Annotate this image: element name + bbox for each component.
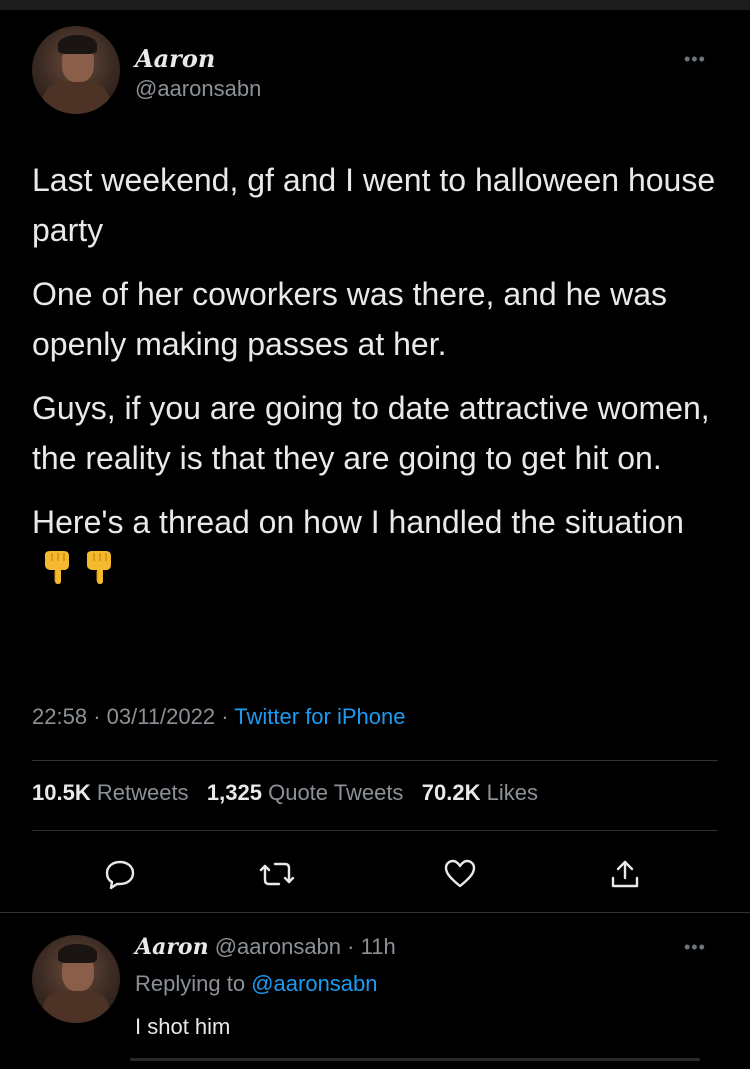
reply-time[interactable]: 11h (361, 934, 396, 959)
replying-to-mention[interactable]: @aaronsabn (251, 971, 377, 996)
tweet-text: Last weekend, gf and I went to halloween… (32, 155, 722, 613)
tweet-paragraph: Here's a thread on how I handled the sit… (32, 497, 722, 599)
reply-more-options-icon[interactable]: ••• (684, 938, 706, 956)
reply-avatar[interactable] (32, 935, 120, 1023)
pointing-down-icon (40, 549, 74, 599)
tweet-time[interactable]: 22:58 (32, 704, 87, 729)
tweet-paragraph: Guys, if you are going to date attractiv… (32, 390, 710, 476)
retweets-stat[interactable]: 10.5K Retweets (32, 780, 189, 805)
divider (0, 912, 750, 913)
likes-stat[interactable]: 70.2K Likes (422, 780, 538, 805)
reply-text: I shot him (135, 1014, 231, 1039)
divider (32, 760, 718, 761)
author-name[interactable]: Aaron (135, 44, 215, 73)
pointing-down-icon (82, 549, 116, 599)
top-frame-bar (0, 0, 750, 10)
tweet-paragraph: Last weekend, gf and I went to halloween… (32, 162, 716, 248)
tweet-source-link[interactable]: Twitter for iPhone (234, 704, 405, 729)
divider (32, 830, 718, 831)
retweet-icon[interactable] (257, 854, 297, 894)
more-options-icon[interactable]: ••• (684, 50, 706, 68)
avatar[interactable] (32, 26, 120, 114)
tweet-stats: 10.5K Retweets 1,325 Quote Tweets 70.2K … (32, 780, 538, 806)
author-handle[interactable]: @aaronsabn (135, 76, 261, 102)
quote-tweets-stat[interactable]: 1,325 Quote Tweets (207, 780, 404, 805)
share-icon[interactable] (605, 854, 645, 894)
reply-author-name[interactable]: Aaron (135, 934, 209, 960)
tweet-paragraph: One of her coworkers was there, and he w… (32, 276, 667, 362)
replying-to: Replying to @aaronsabn (135, 971, 378, 996)
tweet-meta: 22:58 · 03/11/2022 · Twitter for iPhone (32, 704, 406, 729)
reply-author-handle[interactable]: @aaronsabn (215, 934, 341, 959)
like-icon[interactable] (440, 854, 480, 894)
reply-header: Aaron @aaronsabn · 11h (135, 934, 396, 960)
reply-icon[interactable] (100, 854, 140, 894)
bottom-edge (130, 1058, 700, 1061)
tweet-date[interactable]: 03/11/2022 (107, 704, 215, 729)
